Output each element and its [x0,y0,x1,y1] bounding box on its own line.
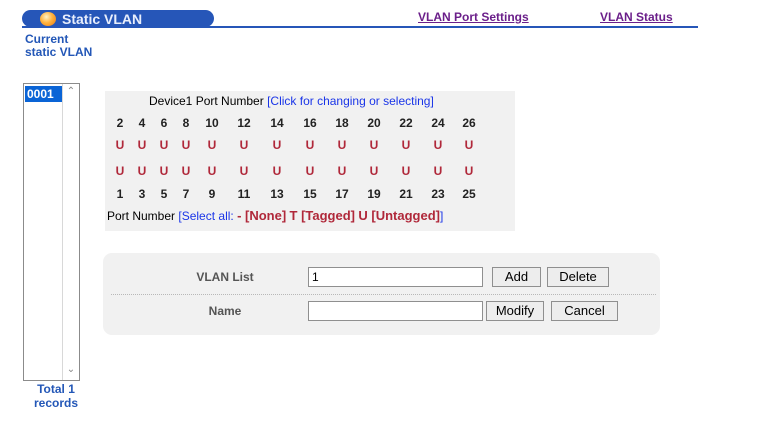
port-number: 22 [399,116,413,130]
vlan-form: VLAN List Add Delete Name Modify Cancel [103,253,660,335]
port-number: 21 [399,187,413,201]
select-untagged-link[interactable]: U [Untagged] [358,208,440,223]
name-label: Name [208,304,242,318]
port-header-link[interactable]: [Click for changing or selecting] [267,94,434,108]
port-state-cell[interactable]: U [197,135,227,155]
port-state-cell[interactable]: U [423,161,453,181]
cancel-button[interactable]: Cancel [551,301,618,321]
port-number: 18 [335,116,349,130]
port-state-cell[interactable]: U [391,161,421,181]
port-number: 20 [367,116,381,130]
form-divider [111,294,656,295]
port-number: 23 [431,187,445,201]
port-number: 9 [208,187,216,201]
port-state-cell[interactable]: U [391,135,421,155]
modify-button[interactable]: Modify [486,301,544,321]
port-state-cell[interactable]: U [295,135,325,155]
odd-port-numbers-row: 1 3 5 7 9 11 13 15 17 19 21 23 25 [105,184,515,204]
port-state-cell[interactable]: U [327,135,357,155]
port-state-cell[interactable]: U [295,161,325,181]
current-static-vlan-heading: Current static VLAN [25,32,93,59]
port-header-label: Device1 Port Number [149,94,264,108]
vlan-listbox[interactable]: 0001 ⌃ ⌄ [23,83,80,381]
odd-port-states-row: UUUUUUUUUUUUU [105,161,515,181]
page-title: Static VLAN [62,10,143,27]
add-button[interactable]: Add [492,267,541,287]
port-number: 14 [270,116,284,130]
port-state-cell[interactable]: U [229,135,259,155]
port-state-cell[interactable]: U [454,161,484,181]
scroll-down-icon[interactable]: ⌄ [65,364,77,376]
port-state-cell[interactable]: U [229,161,259,181]
port-number: 26 [462,116,476,130]
port-state-cell[interactable]: U [197,161,227,181]
port-number: 12 [237,116,251,130]
port-number: 15 [303,187,317,201]
port-state-cell[interactable]: U [454,135,484,155]
port-number: 24 [431,116,445,130]
name-input[interactable] [308,301,483,321]
even-port-states-row: UUUUUUUUUUUUU [105,135,515,155]
port-state-cell[interactable]: U [262,135,292,155]
port-legend: Port Number [Select all: - [None] T [Tag… [107,208,443,223]
port-state-cell[interactable]: U [327,161,357,181]
select-tagged-link[interactable]: T [Tagged] [290,208,355,223]
port-state-cell[interactable]: U [262,161,292,181]
port-state-cell[interactable]: U [423,135,453,155]
port-number: 17 [335,187,349,201]
scrollbar[interactable]: ⌃ ⌄ [62,84,79,380]
port-number: 13 [270,187,284,201]
vlan-list-label: VLAN List [196,270,254,284]
port-number: 16 [303,116,317,130]
scroll-up-icon[interactable]: ⌃ [65,86,77,98]
port-number: 25 [462,187,476,201]
list-item[interactable]: 0001 [25,86,63,102]
port-state-cell[interactable]: U [359,135,389,155]
vlan-list-input[interactable] [308,267,483,287]
legend-close: ] [439,209,444,223]
delete-button[interactable]: Delete [547,267,609,287]
total-records: Total 1 records [33,382,79,410]
vlan-status-link[interactable]: VLAN Status [600,10,673,24]
legend-select-all: [Select all: [178,209,234,223]
select-none-link[interactable]: - [None] [237,208,286,223]
even-port-numbers-row: 2 4 6 8 10 12 14 16 18 20 22 24 26 [105,113,515,133]
port-panel: Device1 Port Number [Click for changing … [105,91,515,231]
title-banner: Static VLAN [22,10,214,27]
port-number: 11 [237,187,251,201]
port-header: Device1 Port Number [Click for changing … [149,94,434,108]
port-number: 10 [205,116,219,130]
legend-prefix: Port Number [107,209,176,223]
title-underline [22,26,698,28]
port-number: 19 [367,187,381,201]
port-state-cell[interactable]: U [359,161,389,181]
vlan-port-settings-link[interactable]: VLAN Port Settings [418,10,529,24]
orb-icon [40,11,56,26]
